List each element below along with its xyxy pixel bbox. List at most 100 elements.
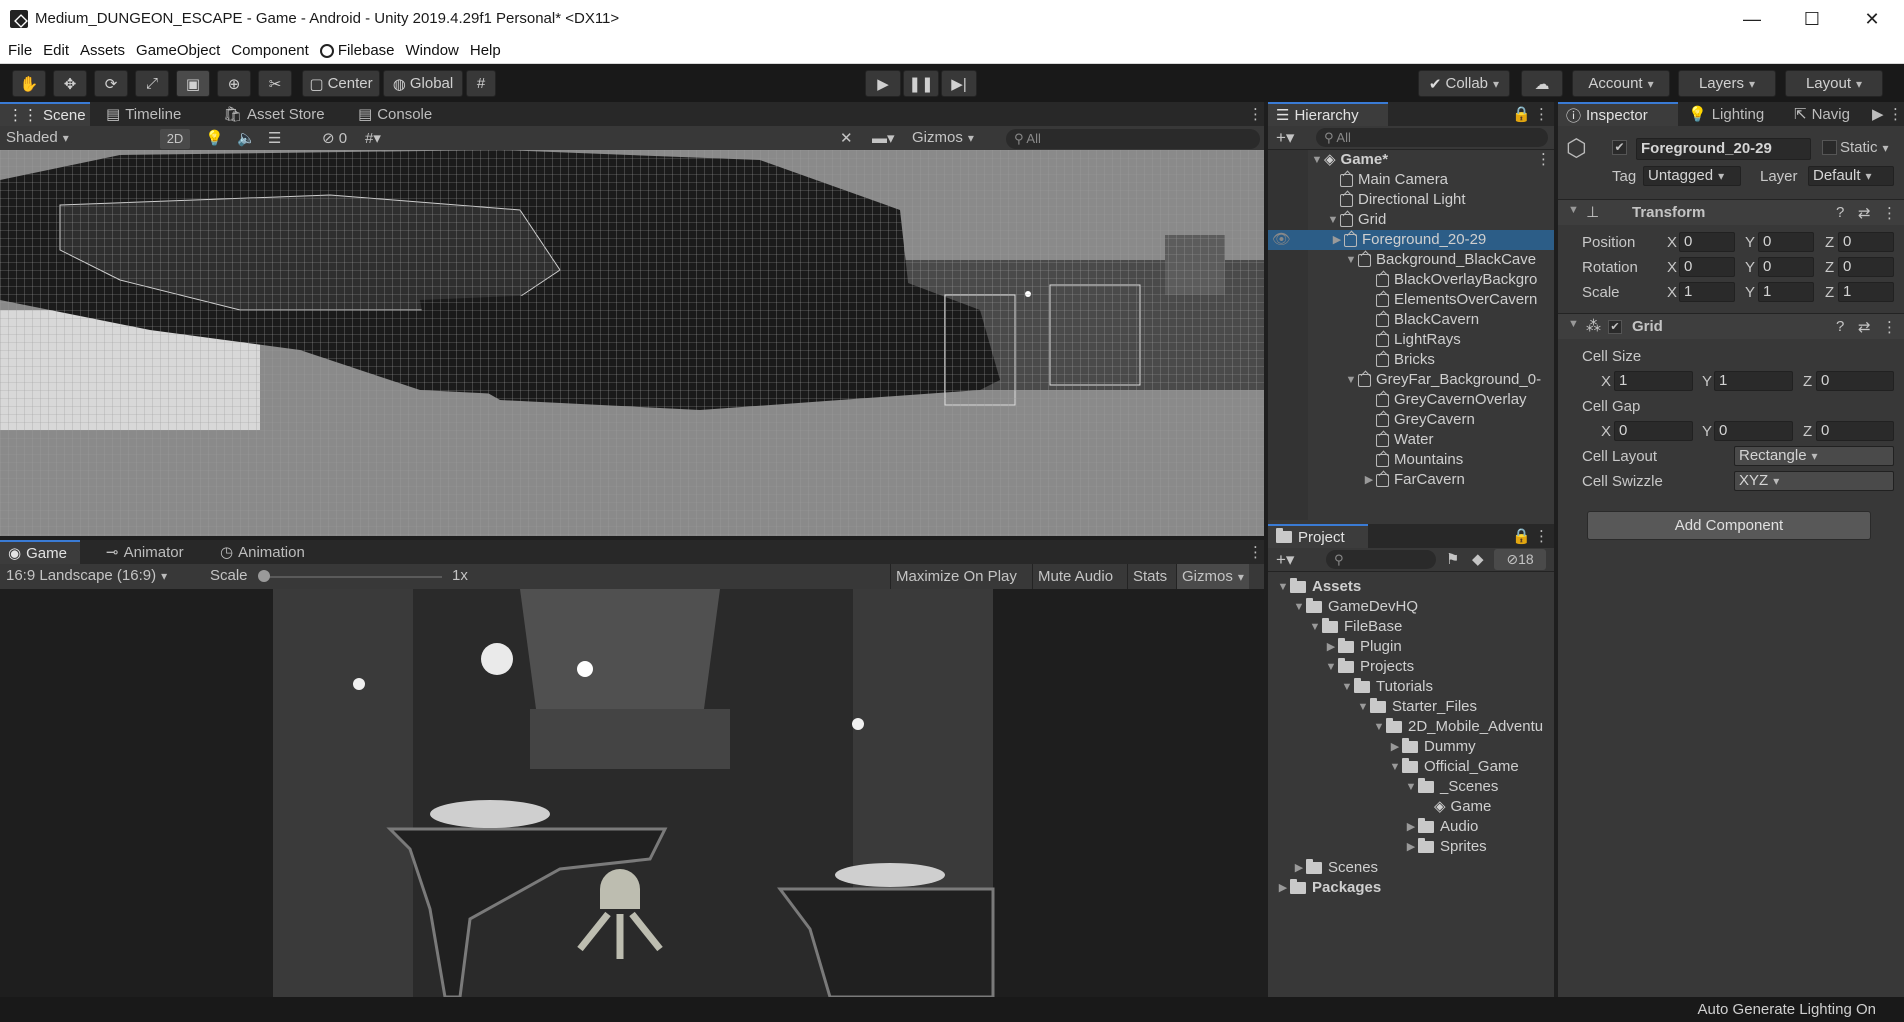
pivot-global-button[interactable]: ◍ Global [383, 70, 463, 97]
tab-console[interactable]: ▤ Console [350, 102, 440, 126]
cell-gap-x-field[interactable]: 0 [1614, 421, 1693, 441]
project-item-2d-mobile-adventure[interactable]: ▼ 2D_Mobile_Adventu [1372, 717, 1543, 737]
maximize-button[interactable]: ☐ [1783, 0, 1841, 38]
cell-size-y-field[interactable]: 1 [1714, 371, 1793, 391]
transform-header[interactable]: ▼ ⊥ Transform ? ⇄ ⋮ [1558, 199, 1904, 225]
hierarchy-item-bricks[interactable]: Bricks [1362, 350, 1435, 370]
project-item-tutorials[interactable]: ▼ Tutorials [1340, 677, 1433, 697]
cell-size-z-field[interactable]: 0 [1816, 371, 1894, 391]
project-item-assets[interactable]: ▼ Assets [1276, 577, 1361, 597]
close-button[interactable]: ✕ [1843, 0, 1901, 38]
hierarchy-item-blackoverlay[interactable]: BlackOverlayBackgro [1362, 270, 1537, 290]
step-button[interactable]: ▶| [941, 70, 977, 97]
presets-icon[interactable]: ⇄ [1858, 204, 1871, 222]
hidden-objects-icon[interactable]: ⊘ 0 [322, 129, 347, 147]
component-menu-icon[interactable]: ⋮ [1882, 318, 1897, 336]
tools-icon[interactable]: ✕ [840, 129, 853, 147]
shading-mode-dropdown[interactable]: Shaded [6, 129, 146, 146]
scale-y-field[interactable]: 1 [1758, 282, 1814, 302]
cloud-icon[interactable]: ☁ [1521, 70, 1563, 97]
tab-asset-store[interactable]: 🛍 Asset Store [215, 102, 333, 126]
static-dropdown[interactable]: Static [1840, 139, 1889, 156]
account-dropdown[interactable]: Account [1572, 70, 1670, 97]
hierarchy-item-mountains[interactable]: Mountains [1362, 450, 1463, 470]
project-search-input[interactable]: ⚲ [1326, 550, 1436, 569]
tab-scene[interactable]: ⋮⋮ Scene [0, 102, 90, 126]
hierarchy-item-foreground[interactable]: 👁 ▶ Foreground_20-29 [1268, 230, 1554, 250]
cell-swizzle-dropdown[interactable]: XYZ [1734, 471, 1894, 491]
hierarchy-item-grey-cavern-overlay[interactable]: GreyCavernOverlay [1362, 390, 1527, 410]
tab-hierarchy[interactable]: ☰ Hierarchy [1268, 102, 1388, 126]
project-item-game-scene[interactable]: ◈ Game [1420, 797, 1491, 817]
scene-viewport[interactable] [0, 150, 1264, 536]
grid-toggle-icon[interactable]: #▾ [365, 129, 381, 147]
project-item-sprites[interactable]: ▶ Sprites [1404, 837, 1487, 857]
project-menu-icon[interactable]: ⋮ [1526, 524, 1557, 548]
inspector-menu-icon[interactable]: ⋮ [1880, 102, 1904, 126]
layout-dropdown[interactable]: Layout [1785, 70, 1883, 97]
menu-edit[interactable]: Edit [43, 42, 69, 59]
project-item-plugin[interactable]: ▶ Plugin [1324, 637, 1402, 657]
rotation-x-field[interactable]: 0 [1679, 257, 1735, 277]
component-menu-icon[interactable]: ⋮ [1882, 204, 1897, 222]
cell-size-x-field[interactable]: 1 [1614, 371, 1693, 391]
project-item-scenes-folder[interactable]: ▼ _Scenes [1404, 777, 1498, 797]
hierarchy-item-grid[interactable]: ▼ Grid [1326, 210, 1387, 230]
rotation-y-field[interactable]: 0 [1758, 257, 1814, 277]
scene-menu-icon[interactable]: ⋮ [1536, 150, 1551, 168]
hierarchy-item-main-camera[interactable]: Main Camera [1326, 170, 1448, 190]
scale-slider[interactable] [262, 576, 442, 578]
static-checkbox[interactable] [1822, 140, 1837, 155]
hierarchy-item-greyfar-background[interactable]: ▼ GreyFar_Background_0- [1344, 370, 1542, 390]
tab-inspector[interactable]: ⓘ Inspector [1558, 102, 1678, 126]
filter-by-label-icon[interactable]: ◆ [1472, 550, 1484, 568]
tab-navigation[interactable]: ⇱ Navig [1786, 102, 1858, 126]
hierarchy-menu-icon[interactable]: ⋮ [1526, 102, 1557, 126]
filter-by-type-icon[interactable]: ⚑ [1446, 550, 1459, 568]
panel-menu-icon[interactable]: ⋮ [1240, 102, 1271, 126]
pause-button[interactable]: ❚❚ [903, 70, 939, 97]
aspect-dropdown[interactable]: 16:9 Landscape (16:9) [6, 567, 167, 584]
menu-gameobject[interactable]: GameObject [136, 42, 220, 59]
cell-layout-dropdown[interactable]: Rectangle [1734, 446, 1894, 466]
cell-gap-y-field[interactable]: 0 [1714, 421, 1793, 441]
project-item-official-game[interactable]: ▼ Official_Game [1388, 757, 1519, 777]
create-plus-icon[interactable]: +▾ [1276, 128, 1294, 148]
menu-window[interactable]: Window [406, 42, 459, 59]
project-item-dummy[interactable]: ▶ Dummy [1388, 737, 1476, 757]
add-component-button[interactable]: Add Component [1587, 511, 1871, 540]
rect-tool-icon[interactable]: ▣ [176, 70, 210, 97]
hierarchy-item-grey-cavern[interactable]: GreyCavern [1362, 410, 1475, 430]
scale-z-field[interactable]: 1 [1838, 282, 1894, 302]
hierarchy-item-background-blackcave[interactable]: ▼ Background_BlackCave [1344, 250, 1537, 270]
hierarchy-item-far-cavern[interactable]: ▶ FarCavern [1362, 470, 1465, 490]
visibility-eye-icon[interactable]: 👁 [1272, 230, 1291, 250]
game-panel-menu-icon[interactable]: ⋮ [1240, 540, 1271, 564]
game-gizmos-dropdown[interactable]: Gizmos [1176, 564, 1249, 589]
hidden-packages-toggle[interactable]: ⊘18 [1494, 549, 1546, 570]
game-viewport[interactable] [0, 589, 1264, 997]
rotate-tool-icon[interactable]: ⟳ [94, 70, 128, 97]
layer-dropdown[interactable]: Default [1808, 166, 1894, 186]
grid-component-header[interactable]: ▼ ⁂ ✔ Grid ? ⇄ ⋮ [1558, 313, 1904, 339]
project-item-scenes[interactable]: ▶ Scenes [1292, 858, 1378, 878]
project-item-packages[interactable]: ▶ Packages [1276, 878, 1381, 898]
layers-dropdown[interactable]: Layers [1678, 70, 1776, 97]
stats-toggle[interactable]: Stats [1127, 564, 1172, 589]
mute-audio-toggle[interactable]: Mute Audio [1032, 564, 1118, 589]
hand-tool-icon[interactable]: ✋ [12, 70, 46, 97]
maximize-on-play-toggle[interactable]: Maximize On Play [890, 564, 1022, 589]
object-name-field[interactable]: Foreground_20-29 [1636, 138, 1811, 160]
project-item-projects[interactable]: ▼ Projects [1324, 657, 1414, 677]
tab-animator[interactable]: ⊸ Animator [98, 540, 192, 564]
project-create-plus-icon[interactable]: +▾ [1276, 550, 1294, 570]
scale-slider-handle[interactable] [258, 570, 270, 582]
tab-timeline[interactable]: ▤ Timeline [98, 102, 189, 126]
active-checkbox[interactable]: ✔ [1612, 140, 1627, 155]
transform-tool-icon[interactable]: ⊕ [217, 70, 251, 97]
play-button[interactable]: ▶ [865, 70, 901, 97]
project-item-filebase[interactable]: ▼ FileBase [1308, 617, 1402, 637]
hierarchy-item-directional-light[interactable]: Directional Light [1326, 190, 1466, 210]
effects-toggle-icon[interactable]: ☰ [268, 129, 281, 147]
hierarchy-item-light-rays[interactable]: LightRays [1362, 330, 1461, 350]
